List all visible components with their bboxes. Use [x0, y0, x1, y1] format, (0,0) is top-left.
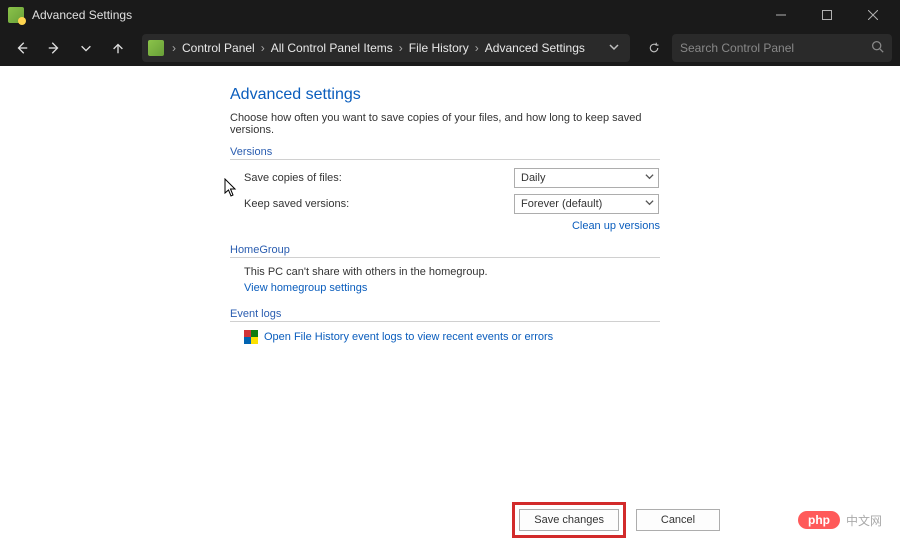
- chevron-right-icon: ›: [168, 41, 180, 55]
- nav-bar: › Control Panel › All Control Panel Item…: [0, 30, 900, 66]
- homegroup-section-header: HomeGroup: [230, 244, 660, 258]
- chevron-down-icon: [645, 172, 654, 184]
- shield-icon: [244, 330, 258, 344]
- breadcrumb-item[interactable]: File History: [407, 41, 471, 55]
- save-copies-value: Daily: [521, 172, 545, 184]
- chevron-down-icon: [645, 198, 654, 210]
- breadcrumb-item[interactable]: All Control Panel Items: [269, 41, 395, 55]
- keep-versions-select[interactable]: Forever (default): [514, 194, 659, 214]
- save-copies-select[interactable]: Daily: [514, 168, 659, 188]
- breadcrumb-item[interactable]: Control Panel: [180, 41, 257, 55]
- address-bar[interactable]: › Control Panel › All Control Panel Item…: [142, 34, 630, 62]
- homegroup-settings-link[interactable]: View homegroup settings: [244, 282, 660, 294]
- keep-versions-value: Forever (default): [521, 198, 602, 210]
- chevron-right-icon: ›: [395, 41, 407, 55]
- cancel-button[interactable]: Cancel: [636, 509, 720, 531]
- app-icon: [8, 7, 24, 23]
- save-changes-button[interactable]: Save changes: [519, 509, 619, 531]
- search-box[interactable]: [672, 34, 892, 62]
- save-copies-label: Save copies of files:: [244, 172, 514, 184]
- window-title: Advanced Settings: [32, 8, 132, 22]
- title-bar: Advanced Settings: [0, 0, 900, 30]
- recent-locations-button[interactable]: [72, 34, 100, 62]
- back-button[interactable]: [8, 34, 36, 62]
- content-area: Advanced settings Choose how often you w…: [0, 66, 900, 501]
- page-title: Advanced settings: [230, 86, 660, 104]
- search-icon: [871, 40, 884, 56]
- keep-versions-label: Keep saved versions:: [244, 198, 514, 210]
- chevron-right-icon: ›: [257, 41, 269, 55]
- homegroup-message: This PC can't share with others in the h…: [244, 266, 660, 278]
- up-button[interactable]: [104, 34, 132, 62]
- refresh-button[interactable]: [640, 42, 668, 54]
- cleanup-versions-link[interactable]: Clean up versions: [230, 220, 660, 232]
- eventlogs-section-header: Event logs: [230, 308, 660, 322]
- address-dropdown-button[interactable]: [604, 41, 624, 56]
- control-panel-icon: [148, 40, 164, 56]
- annotation-highlight: Save changes: [512, 502, 626, 538]
- chevron-right-icon: ›: [471, 41, 483, 55]
- keep-versions-row: Keep saved versions: Forever (default): [244, 194, 660, 214]
- maximize-button[interactable]: [804, 0, 850, 30]
- action-bar: Save changes Cancel: [0, 501, 900, 539]
- page-description: Choose how often you want to save copies…: [230, 112, 660, 136]
- event-logs-link[interactable]: Open File History event logs to view rec…: [264, 331, 553, 343]
- search-input[interactable]: [680, 41, 871, 55]
- close-button[interactable]: [850, 0, 896, 30]
- minimize-button[interactable]: [758, 0, 804, 30]
- breadcrumb-item[interactable]: Advanced Settings: [483, 41, 587, 55]
- forward-button[interactable]: [40, 34, 68, 62]
- save-copies-row: Save copies of files: Daily: [244, 168, 660, 188]
- versions-section-header: Versions: [230, 146, 660, 160]
